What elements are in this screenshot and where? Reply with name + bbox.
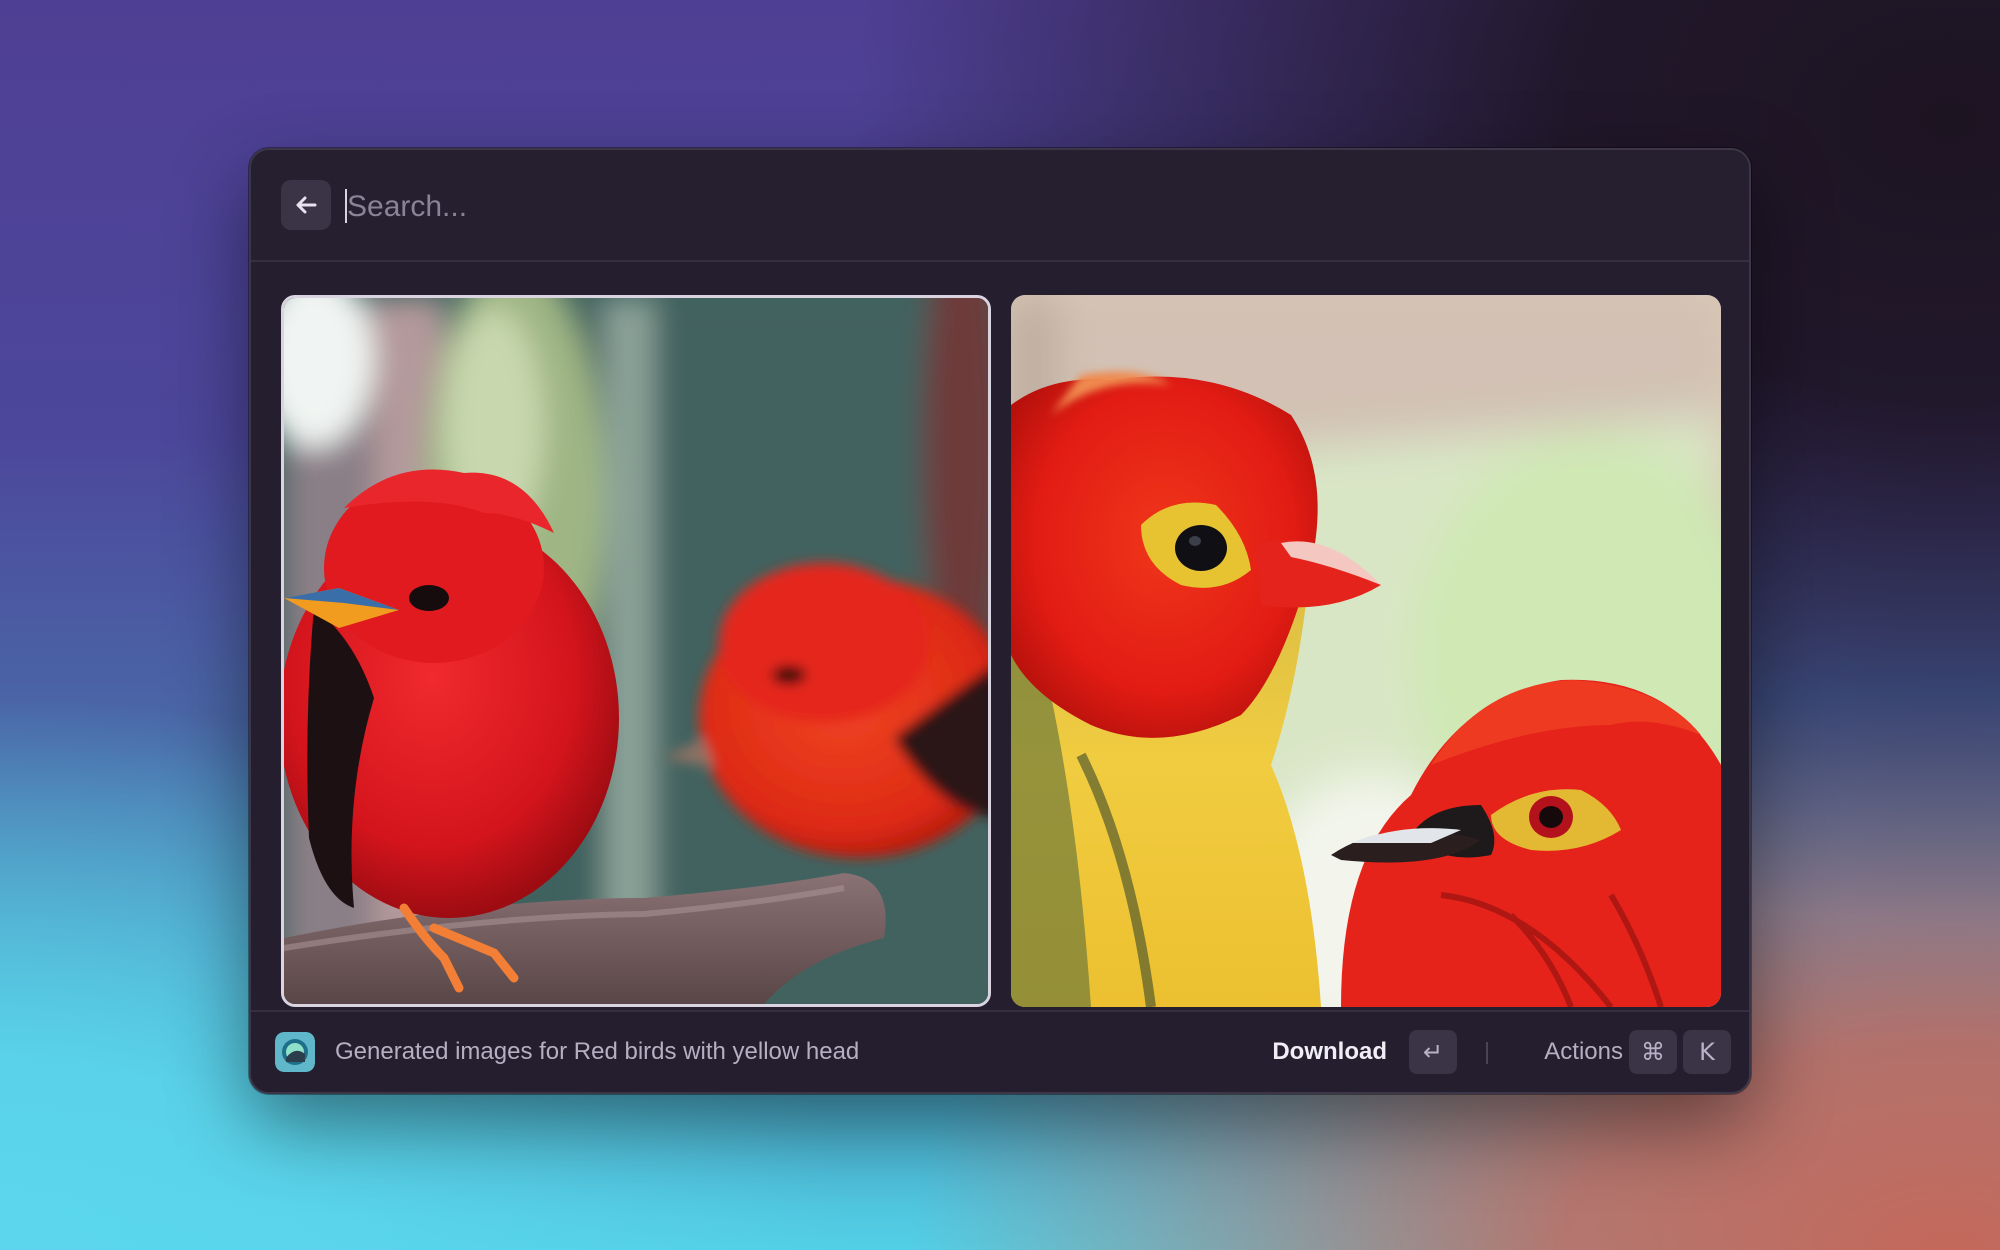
divider [1486,1042,1488,1064]
red-birds-photo-1 [284,298,988,1004]
text-cursor [345,189,347,223]
search-input[interactable] [345,178,1649,236]
search-field [345,178,1649,236]
footer-title: Generated images for Red birds with yell… [335,1038,860,1065]
enter-key-icon: ↵ [1409,1030,1457,1074]
search-bar [251,150,1749,262]
image-grid [281,295,1721,1007]
arrow-left-icon [296,196,317,214]
generated-image-1[interactable] [281,295,991,1007]
actions-button[interactable]: Actions [1544,1012,1623,1092]
generated-image-2[interactable] [1011,295,1721,1007]
k-key: K [1683,1030,1731,1074]
download-button[interactable]: Download [1272,1012,1387,1092]
action-bar: Generated images for Red birds with yell… [251,1010,1749,1092]
image-generator-icon [275,1032,315,1072]
command-window: Generated images for Red birds with yell… [249,148,1751,1094]
back-button[interactable] [281,180,331,230]
command-key-icon: ⌘ [1629,1030,1677,1074]
red-birds-photo-2 [1011,295,1721,1007]
